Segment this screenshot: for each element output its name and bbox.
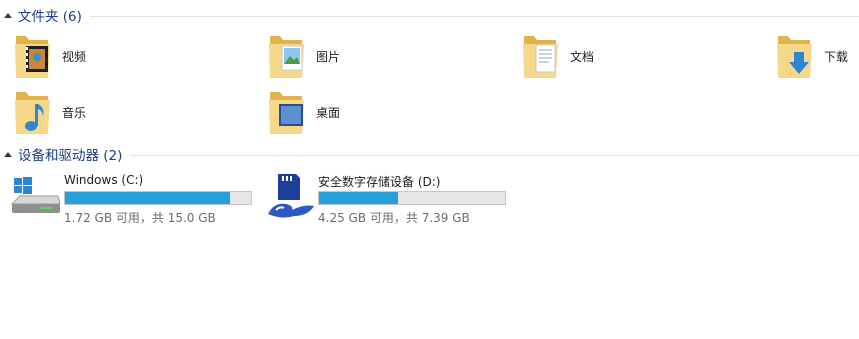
folder-videos[interactable]: 视频 bbox=[12, 30, 86, 82]
folder-downloads[interactable]: 下载 bbox=[774, 30, 848, 82]
documents-folder-icon bbox=[523, 36, 558, 78]
drive-usage-bar bbox=[318, 191, 506, 205]
drive-name: 安全数字存储设备 (D:) bbox=[318, 175, 441, 189]
folder-music[interactable]: 音乐 bbox=[12, 86, 86, 138]
drive-name: Windows (C:) bbox=[64, 173, 144, 187]
drive-d[interactable]: 安全数字存储设备 (D:) 4.25 GB 可用，共 7.39 GB bbox=[264, 170, 506, 226]
group-divider bbox=[130, 154, 859, 156]
sd-card-icon bbox=[268, 174, 314, 218]
folder-desktop[interactable]: 桌面 bbox=[266, 86, 340, 138]
drive-usage-fill bbox=[65, 192, 230, 204]
videos-folder-icon bbox=[15, 36, 50, 78]
folder-label: 视频 bbox=[62, 49, 87, 64]
windows-drive-icon bbox=[10, 177, 61, 213]
folder-label: 图片 bbox=[316, 49, 341, 64]
drive-space-text: 4.25 GB 可用，共 7.39 GB bbox=[318, 211, 470, 225]
drive-c[interactable]: Windows (C:) 1.72 GB 可用，共 15.0 GB bbox=[10, 170, 252, 226]
collapse-arrow-icon[interactable] bbox=[4, 151, 12, 157]
pictures-folder-icon bbox=[269, 36, 304, 78]
folders-group-title: 文件夹 (6) bbox=[18, 9, 82, 25]
desktop-folder-icon bbox=[269, 92, 304, 134]
folder-pictures[interactable]: 图片 bbox=[266, 30, 340, 82]
drive-usage-bar bbox=[64, 191, 252, 205]
collapse-arrow-icon[interactable] bbox=[4, 12, 12, 18]
folder-documents[interactable]: 文档 bbox=[520, 30, 594, 82]
folders-group-header[interactable]: 文件夹 (6) bbox=[0, 5, 859, 25]
group-divider bbox=[89, 15, 859, 17]
drive-space-text: 1.72 GB 可用，共 15.0 GB bbox=[64, 211, 216, 225]
folder-label: 音乐 bbox=[62, 105, 87, 120]
folder-label: 下载 bbox=[824, 49, 849, 64]
music-folder-icon bbox=[15, 92, 50, 134]
folder-label: 桌面 bbox=[316, 105, 341, 120]
downloads-folder-icon bbox=[777, 36, 812, 78]
devices-group-title: 设备和驱动器 (2) bbox=[18, 148, 123, 164]
devices-group-header[interactable]: 设备和驱动器 (2) bbox=[0, 144, 859, 164]
folder-label: 文档 bbox=[570, 49, 595, 64]
drive-usage-fill bbox=[319, 192, 399, 204]
